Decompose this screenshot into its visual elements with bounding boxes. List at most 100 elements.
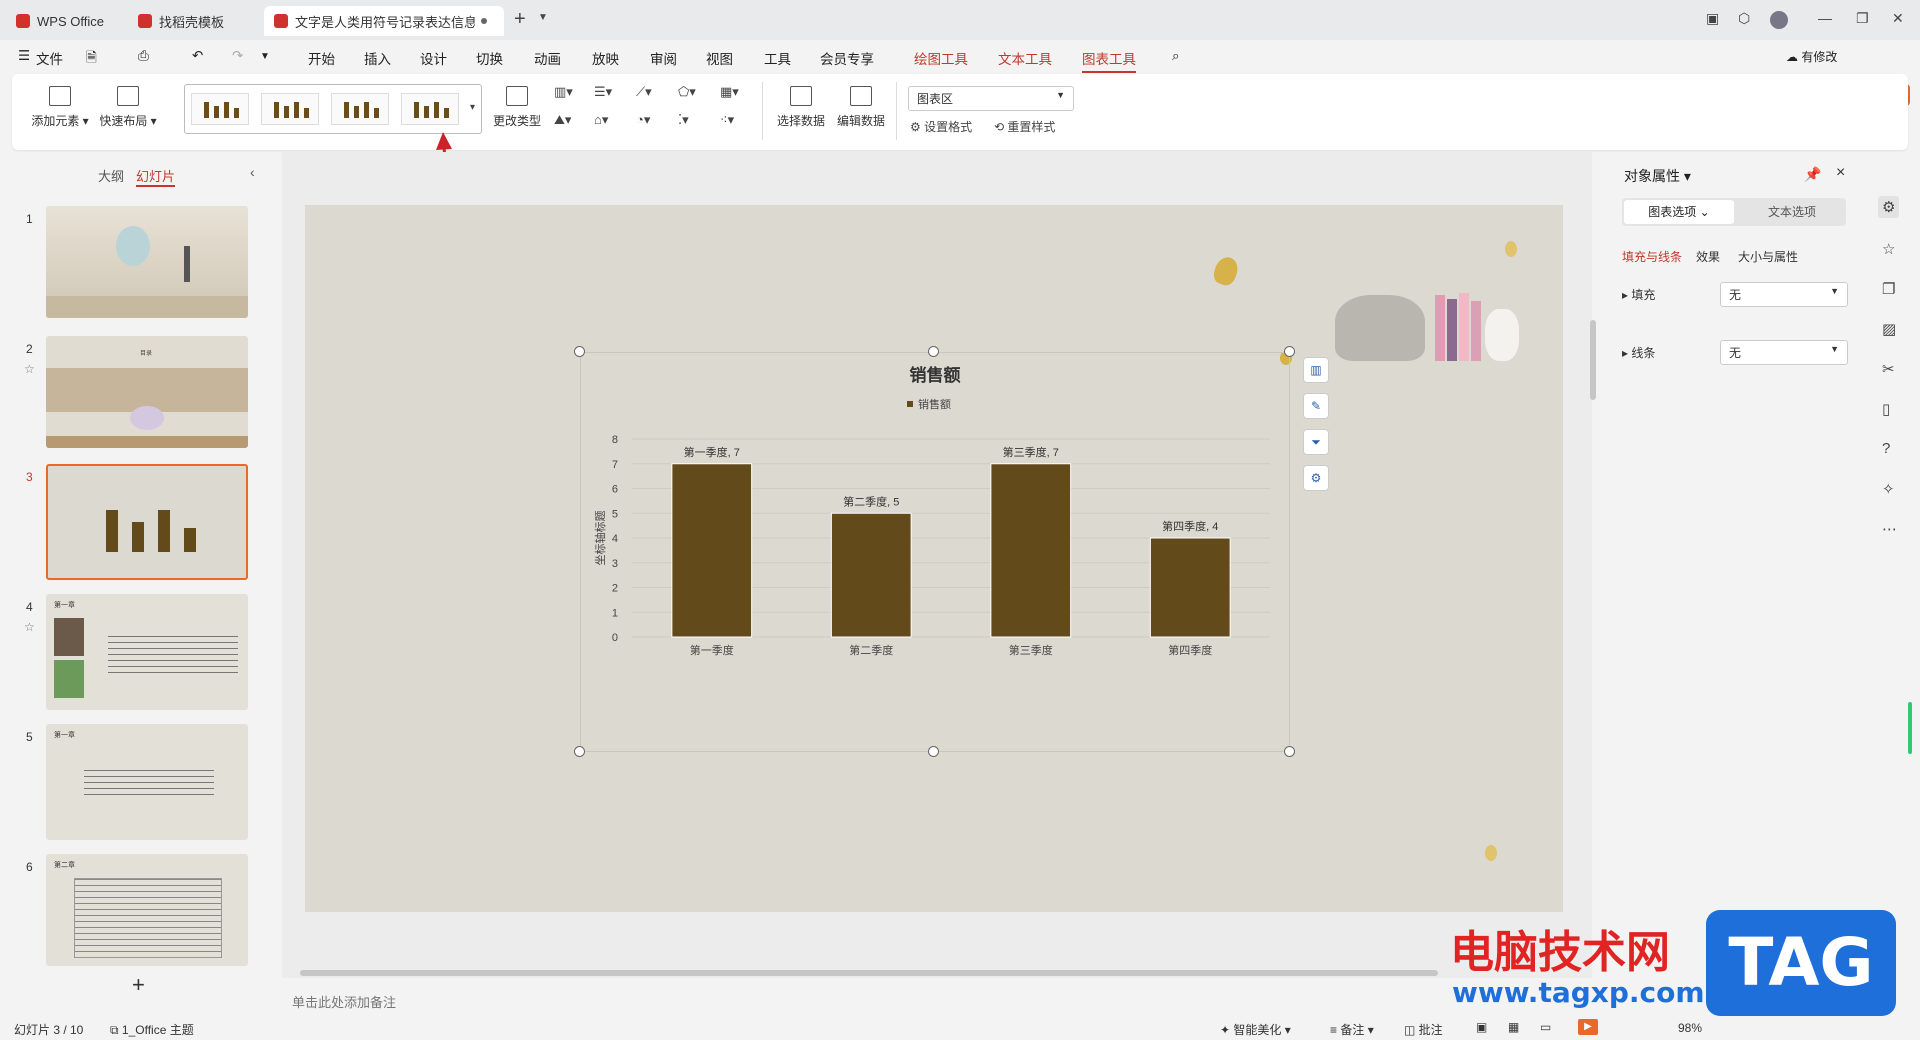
tab-wps-office[interactable]: WPS Office — [6, 6, 122, 36]
slide-thumb-6[interactable]: 第二章 — [46, 854, 248, 966]
subtab-effect[interactable]: 效果 — [1696, 248, 1720, 265]
menu-drawing-tools[interactable]: 绘图工具 — [914, 48, 968, 68]
close-icon[interactable]: ✕ — [1892, 10, 1904, 27]
tab-outline[interactable]: 大纲 — [98, 166, 124, 185]
chart-style-button[interactable]: ✎ — [1303, 393, 1329, 419]
scatter-chart-icon[interactable]: ⁚▾ — [678, 112, 689, 128]
radar-chart-icon[interactable]: ⬠▾ — [678, 84, 696, 100]
menu-transition[interactable]: 切换 — [476, 48, 503, 68]
minimize-icon[interactable]: — — [1818, 10, 1832, 26]
stock-chart-icon[interactable]: ⌂▾ — [594, 112, 608, 128]
slide-thumb-1[interactable] — [46, 206, 248, 318]
menu-text-tools[interactable]: 文本工具 — [998, 48, 1052, 68]
edit-data-button[interactable]: 编辑数据 — [834, 86, 888, 129]
cube-icon[interactable]: ⬡ — [1738, 10, 1750, 27]
subtab-fill-line[interactable]: 填充与线条 — [1622, 248, 1682, 265]
search-icon[interactable]: ⌕ — [1172, 48, 1180, 64]
maximize-icon[interactable]: ❐ — [1856, 10, 1869, 27]
star-icon[interactable]: ☆ — [1882, 240, 1895, 258]
vertical-scrollbar[interactable] — [1590, 320, 1596, 400]
notes-pane[interactable]: 单击此处添加备注 — [282, 984, 1592, 1016]
tab-chart-options[interactable]: 图表选项 ⌄ — [1624, 200, 1734, 224]
collapse-panel-icon[interactable]: ‹ — [250, 164, 255, 180]
subtab-size[interactable]: 大小与属性 — [1738, 248, 1798, 265]
tab-document[interactable]: 文字是人类用符号记录表达信息以· — [264, 6, 504, 36]
tab-modified-dot-icon[interactable] — [481, 18, 487, 24]
menu-file[interactable]: 文件 — [36, 48, 63, 68]
pie-chart-icon[interactable]: ◔▾ — [636, 112, 650, 128]
tab-text-options[interactable]: 文本选项 — [1740, 200, 1844, 224]
menu-view[interactable]: 视图 — [706, 48, 733, 68]
new-tab-button[interactable]: + — [514, 8, 526, 31]
change-type-button[interactable]: 更改类型 — [490, 86, 544, 129]
menu-review[interactable]: 审阅 — [650, 48, 677, 68]
pin-icon[interactable]: 📌 — [1804, 166, 1821, 183]
notes-toggle[interactable]: ≡ 备注 ▾ — [1330, 1021, 1374, 1038]
menu-design[interactable]: 设计 — [420, 48, 447, 68]
tab-list-chevron-icon[interactable]: ▼ — [538, 12, 548, 23]
area-chart-icon[interactable]: ⛰▾ — [554, 112, 571, 128]
avatar[interactable] — [1770, 11, 1788, 29]
theme-name[interactable]: ⧉ 1_Office 主题 — [110, 1021, 194, 1038]
gallery-expand-icon[interactable]: ▾ — [470, 102, 475, 113]
select-data-button[interactable]: 选择数据 — [774, 86, 828, 129]
line-chart-icon[interactable]: ⟋▾ — [636, 84, 652, 100]
copy-icon[interactable]: ❐ — [1882, 280, 1895, 298]
bar-chart-icon[interactable]: ☰▾ — [594, 84, 612, 100]
layout-icon[interactable]: ▣ — [1706, 10, 1719, 27]
column-chart-icon[interactable]: ▥▾ — [554, 84, 573, 100]
star-icon[interactable]: ☆ — [24, 620, 35, 634]
redo-icon[interactable]: ↷ — [232, 48, 243, 64]
chart-style-3[interactable] — [331, 93, 389, 125]
table-chart-icon[interactable]: ▦▾ — [720, 84, 739, 100]
more-icon[interactable]: ⋯ — [1882, 520, 1897, 538]
smart-beautify-button[interactable]: ✦ 智能美化 ▾ — [1220, 1021, 1291, 1038]
add-element-button[interactable]: 添加元素 ▾ — [30, 86, 90, 129]
properties-icon[interactable]: ⚙ — [1878, 196, 1900, 218]
help-icon[interactable]: ? — [1882, 440, 1890, 457]
book-icon[interactable]: ▯ — [1882, 400, 1890, 418]
comments-toggle[interactable]: ◫ 批注 — [1404, 1021, 1443, 1038]
menu-member[interactable]: 会员专享 — [820, 48, 874, 68]
slide-canvas[interactable]: 销售额 销售额 0 1 2 3 4 5 6 7 8 坐标轴标题 第一季度, 7 第一季度 第二季度, 5 第二… — [305, 205, 1563, 912]
chart-element-select[interactable]: 图表区 ▼ — [908, 86, 1074, 111]
star-icon[interactable]: ☆ — [24, 362, 35, 376]
bubble-chart-icon[interactable]: ⁖▾ — [720, 112, 734, 128]
horizontal-scrollbar[interactable] — [300, 970, 1438, 976]
quick-layout-button[interactable]: 快速布局 ▾ — [98, 86, 158, 129]
tab-template[interactable]: 找稻壳模板 — [128, 6, 258, 36]
magic-icon[interactable]: ✧ — [1882, 480, 1895, 498]
fill-select[interactable]: 无 ▼ — [1720, 282, 1848, 307]
save-icon[interactable]: 🗎 — [86, 48, 97, 71]
chart-style-4[interactable] — [401, 93, 459, 125]
hamburger-icon[interactable]: ☰ — [18, 48, 30, 64]
image-icon[interactable]: ▨ — [1882, 320, 1896, 338]
menu-tools[interactable]: 工具 — [764, 48, 791, 68]
slide-thumb-4[interactable]: 第一章 — [46, 594, 248, 710]
slide-thumb-5[interactable]: 第一章 — [46, 724, 248, 840]
chart-style-1[interactable] — [191, 93, 249, 125]
menu-slideshow[interactable]: 放映 — [592, 48, 619, 68]
more-chevron-icon[interactable]: ▼ — [260, 51, 270, 62]
menu-insert[interactable]: 插入 — [364, 48, 391, 68]
chart-filter-button[interactable]: ⏷ — [1303, 429, 1329, 455]
slide-thumb-2[interactable]: 目录 — [46, 336, 248, 448]
reset-style-button[interactable]: ⟲ 重置样式 — [994, 118, 1055, 135]
menu-chart-tools[interactable]: 图表工具 — [1082, 48, 1136, 73]
tab-slides[interactable]: 幻灯片 — [136, 166, 176, 187]
slide-thumb-3-selected[interactable] — [46, 464, 248, 580]
bar-chart[interactable]: 销售额销售额012345678坐标轴标题第一季度, 7第一季度第二季度, 5第二… — [580, 352, 1290, 752]
modified-indicator[interactable]: ☁ 有修改 — [1786, 48, 1837, 65]
tools-icon[interactable]: ✂ — [1882, 360, 1895, 378]
set-format-button[interactable]: ⚙ 设置格式 — [910, 118, 972, 135]
chart-settings-button[interactable]: ⚙ — [1303, 465, 1329, 491]
fill-section-toggle[interactable]: ▸ 填充 — [1622, 286, 1655, 303]
undo-icon[interactable]: ↶ — [192, 48, 203, 64]
menu-start[interactable]: 开始 — [308, 48, 335, 68]
line-select[interactable]: 无 ▼ — [1720, 340, 1848, 365]
chart-style-2[interactable] — [261, 93, 319, 125]
chart-elements-button[interactable]: ▥ — [1303, 357, 1329, 383]
line-section-toggle[interactable]: ▸ 线条 — [1622, 344, 1655, 361]
print-icon[interactable]: ⎙ — [138, 48, 149, 64]
close-panel-icon[interactable]: × — [1836, 164, 1845, 182]
